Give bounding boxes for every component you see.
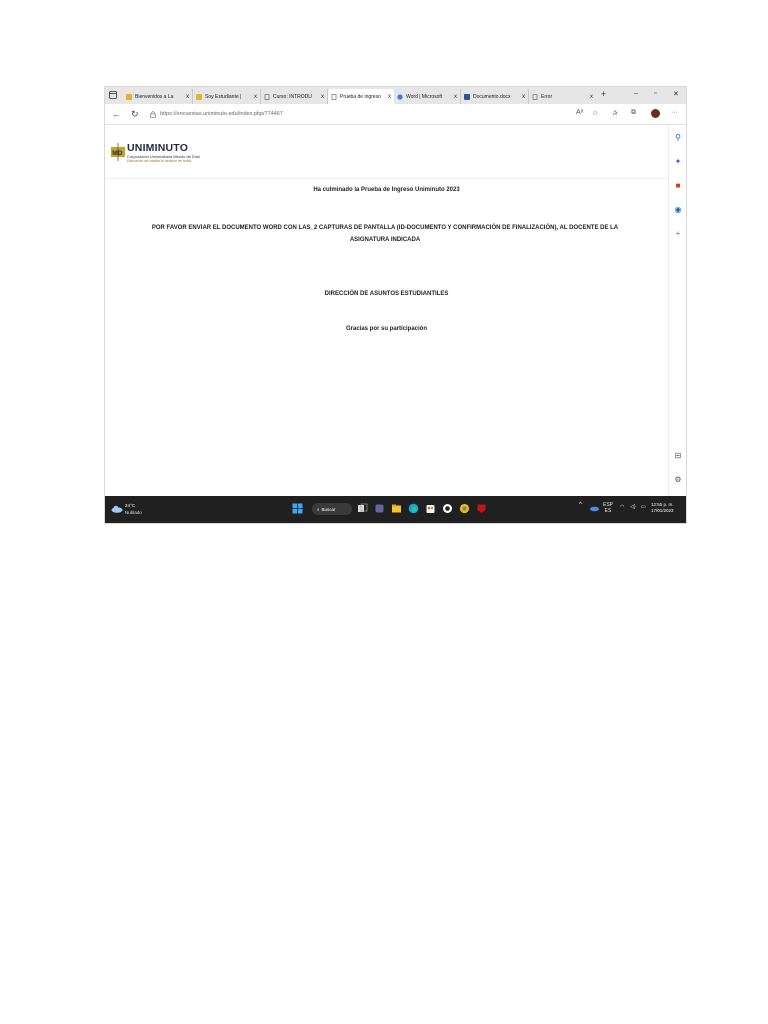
refresh-icon[interactable]: ↻ xyxy=(131,109,139,120)
outlook-icon[interactable]: ◉ xyxy=(673,205,683,214)
back-icon[interactable]: ← xyxy=(112,109,121,119)
tab-label: Bienvenidos a La xyxy=(135,93,174,100)
more-menu-icon[interactable]: ··· xyxy=(671,109,678,116)
uniminuto-logo: MD UNIMINUTO Corporación Universitaria M… xyxy=(109,137,219,171)
logo-tagline: Educación de calidad al alcance de todos xyxy=(127,159,192,163)
edge-icon[interactable] xyxy=(408,502,419,515)
web-page: MD UNIMINUTO Corporación Universitaria M… xyxy=(105,125,668,495)
cloud-icon xyxy=(111,505,123,513)
tab-error[interactable]: Error x xyxy=(529,89,596,104)
app-circle-icon[interactable] xyxy=(442,502,453,515)
url-field[interactable]: https://encuestas.uniminuto.edu/index.ph… xyxy=(150,108,570,120)
profile-avatar[interactable] xyxy=(651,109,660,118)
tab-strip: Bienvenidos a La x Soy Estudiante | x Cu… xyxy=(105,87,686,104)
office-icon[interactable]: ■ xyxy=(673,181,683,190)
uniminuto-logo-mark-icon: MD xyxy=(111,143,125,161)
department-name: DIRECCIÓN DE ASUNTOS ESTUDIANTILES xyxy=(324,291,449,297)
svg-text:MD: MD xyxy=(112,150,122,157)
header-divider xyxy=(105,178,668,179)
edge-sidebar: ⚲ ✦ ■ ◉ + ⊟ ⚙ xyxy=(668,125,686,495)
add-favorite-icon[interactable]: ☆ xyxy=(592,109,598,117)
restore-button[interactable]: ▫ xyxy=(654,90,656,97)
tab-label: Error xyxy=(541,93,553,100)
clock-date: 17/01/2023 xyxy=(651,508,674,513)
weather-description: Nublado xyxy=(125,510,142,515)
logo-name: UNIMINUTO xyxy=(127,142,189,154)
language-indicator[interactable]: ESP ES xyxy=(603,502,613,514)
taskbar-search[interactable]: ⌕ Buscar xyxy=(312,503,352,515)
thanks-message: Gracias por su participación xyxy=(345,326,428,332)
tab-curso[interactable]: Curso: INTRODU x xyxy=(261,89,328,104)
sidebar-settings-icon[interactable]: ⚙ xyxy=(673,475,683,484)
tab-close-icon[interactable]: x xyxy=(186,94,189,100)
battery-icon[interactable]: ▭ xyxy=(641,504,646,510)
teams-icon[interactable] xyxy=(374,502,385,515)
tab-documento[interactable]: Documento.docx x xyxy=(461,89,529,104)
mcafee-icon[interactable] xyxy=(476,502,487,515)
task-view-icon[interactable] xyxy=(357,502,368,515)
search-icon[interactable]: ⚲ xyxy=(673,133,683,142)
file-explorer-icon[interactable] xyxy=(391,502,402,515)
page-icon xyxy=(264,93,270,100)
tab-prueba-de-ingreso[interactable]: Prueba de ingreso x xyxy=(328,89,394,104)
lock-icon xyxy=(150,105,156,123)
windows-taskbar: 24°C Nublado ⌕ Buscar ^ ESP ES ◠ ◁) ▭ 12… xyxy=(105,496,686,523)
minimize-button[interactable]: – xyxy=(634,90,638,97)
microsoft-favicon-icon xyxy=(397,93,403,100)
favorites-icon[interactable]: ✰ xyxy=(612,109,618,117)
close-window-button[interactable]: ✕ xyxy=(673,90,679,98)
tab-actions-icon[interactable] xyxy=(109,91,117,99)
address-bar: ← ↻ https://encuestas.uniminuto.edu/inde… xyxy=(105,104,686,125)
store-icon[interactable] xyxy=(425,502,436,515)
tab-close-icon[interactable]: x xyxy=(454,94,457,100)
word-icon xyxy=(464,93,470,100)
chrome-icon[interactable] xyxy=(459,502,470,515)
tab-close-icon[interactable]: x xyxy=(590,94,593,100)
tab-soy-estudiante[interactable]: Soy Estudiante | x xyxy=(193,89,261,104)
search-glass-icon: ⌕ xyxy=(317,506,320,512)
tab-label: Prueba de ingreso xyxy=(340,93,381,100)
url-text: https://encuestas.uniminuto.edu/index.ph… xyxy=(160,111,283,117)
uniminuto-favicon-icon xyxy=(126,93,132,100)
sidebar-toggle-icon[interactable]: ⊟ xyxy=(673,451,683,460)
completed-message: Ha culminado la Prueba de Ingreso Unimin… xyxy=(313,187,460,193)
weather-temperature: 24°C xyxy=(125,503,136,508)
read-aloud-icon[interactable]: Aᵃ xyxy=(576,109,583,116)
tab-label: Documento.docx xyxy=(473,93,511,100)
tab-bienvenidos[interactable]: Bienvenidos a La x xyxy=(123,89,193,104)
wifi-icon[interactable]: ◠ xyxy=(620,504,624,510)
uniminuto-favicon-icon xyxy=(196,93,202,100)
screenshot-frame: Bienvenidos a La x Soy Estudiante | x Cu… xyxy=(105,87,686,523)
volume-icon[interactable]: ◁) xyxy=(630,504,636,510)
start-icon[interactable] xyxy=(292,502,303,515)
weather-widget[interactable]: 24°C Nublado xyxy=(111,503,161,518)
show-hidden-icons-icon[interactable]: ^ xyxy=(579,502,582,508)
tab-label: Curso: INTRODU xyxy=(273,93,312,100)
collections-icon[interactable]: ⧉ xyxy=(631,109,636,117)
add-sidebar-app-icon[interactable]: + xyxy=(673,229,683,238)
search-label: Buscar xyxy=(321,506,336,512)
keyboard-code: ES xyxy=(604,508,612,514)
tab-label: Word | Microsoft xyxy=(406,93,443,100)
page-icon xyxy=(532,93,538,100)
tab-close-icon[interactable]: x xyxy=(388,94,391,100)
tab-close-icon[interactable]: x xyxy=(522,94,525,100)
new-tab-button[interactable]: + xyxy=(601,89,606,99)
instruction-message: POR FAVOR ENVIAR EL DOCUMENTO WORD CON L… xyxy=(151,225,619,243)
copilot-icon[interactable]: ✦ xyxy=(673,157,683,166)
system-clock[interactable]: 12:55 p. m. 17/01/2023 xyxy=(651,502,674,514)
tab-close-icon[interactable]: x xyxy=(321,94,324,100)
onedrive-icon[interactable] xyxy=(589,502,600,515)
tab-close-icon[interactable]: x xyxy=(254,94,257,100)
tab-word-microsoft[interactable]: Word | Microsoft x xyxy=(394,89,461,104)
tab-label: Soy Estudiante | xyxy=(205,93,242,100)
page-icon xyxy=(331,93,337,100)
